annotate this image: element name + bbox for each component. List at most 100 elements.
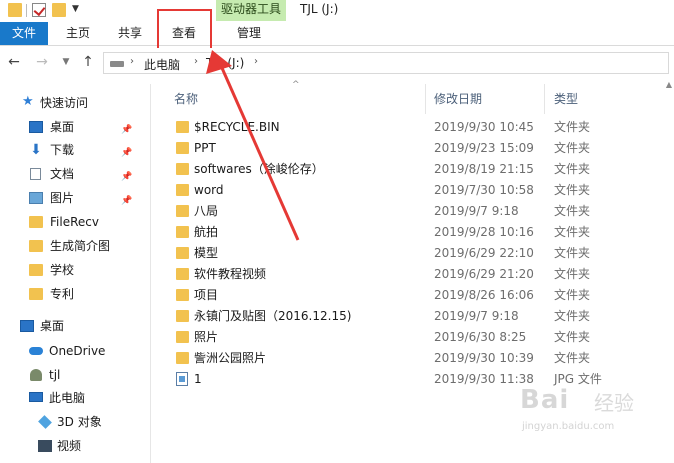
sidebar-item-3d-objects[interactable]: 3D 对象: [0, 411, 150, 433]
tab-manage[interactable]: 管理: [220, 22, 278, 45]
file-name: 照片: [194, 330, 219, 344]
forward-arrow-icon[interactable]: →: [34, 54, 50, 70]
file-row[interactable]: 航拍 2019/9/28 10:16 文件夹: [152, 222, 662, 243]
title-separator: [26, 4, 27, 17]
file-row[interactable]: 訾洲公园照片 2019/9/30 10:39 文件夹: [152, 348, 662, 369]
sidebar-item-desktop-root[interactable]: 桌面: [0, 315, 150, 337]
folder-icon: [29, 288, 43, 300]
tab-file[interactable]: 文件: [0, 22, 48, 45]
sidebar-item-this-pc[interactable]: 此电脑: [0, 387, 150, 409]
back-arrow-icon[interactable]: ←: [6, 54, 22, 70]
folder-icon: [176, 268, 189, 280]
watermark-logo-text: Bai: [520, 385, 570, 415]
sidebar-item-desktop[interactable]: 桌面 📌: [0, 116, 150, 138]
file-type: 文件夹: [554, 183, 591, 197]
breadcrumb-this-pc[interactable]: 此电脑: [144, 56, 180, 73]
sidebar-item-label: 快速访问: [40, 96, 89, 110]
baidu-jingyan-watermark: Bai 经验 jingyan.baidu.com: [520, 385, 670, 445]
navigation-bar: ← → ▼ ↑ › 此电脑 › TJL (J:) ›: [0, 48, 674, 78]
column-header-name[interactable]: 名称: [174, 90, 198, 107]
file-row[interactable]: $RECYCLE.BIN 2019/9/30 10:45 文件夹: [152, 117, 662, 138]
sidebar-item-videos[interactable]: 视频: [0, 435, 150, 457]
folder-icon: [29, 240, 43, 252]
address-bar[interactable]: › 此电脑 › TJL (J:) ›: [103, 52, 669, 74]
file-name: 永镇门及贴图（2016.12.15): [194, 309, 352, 323]
file-date: 2019/7/30 10:58: [434, 183, 534, 197]
sidebar-item-filerecv[interactable]: FileRecv: [0, 211, 150, 233]
ribbon-tabs: 文件 主页 共享 查看 管理: [0, 22, 674, 46]
sidebar-item-intro-images[interactable]: 生成简介图: [0, 235, 150, 257]
file-row[interactable]: 软件教程视频 2019/6/29 21:20 文件夹: [152, 264, 662, 285]
sidebar-item-label: OneDrive: [49, 344, 106, 358]
watermark-url: jingyan.baidu.com: [522, 421, 615, 432]
sidebar-item-onedrive[interactable]: OneDrive: [0, 340, 150, 362]
file-row[interactable]: word 2019/7/30 10:58 文件夹: [152, 180, 662, 201]
scroll-up-icon[interactable]: ▲: [664, 80, 674, 89]
column-header-date[interactable]: 修改日期: [434, 90, 482, 107]
file-row[interactable]: 八局 2019/9/7 9:18 文件夹: [152, 201, 662, 222]
breadcrumb-chevron-icon[interactable]: ›: [130, 56, 134, 67]
file-date: 2019/6/30 8:25: [434, 330, 527, 344]
tab-home[interactable]: 主页: [56, 22, 100, 45]
sidebar-item-user[interactable]: tjl: [0, 364, 150, 386]
window-title: TJL (J:): [300, 2, 339, 16]
file-type: 文件夹: [554, 120, 591, 134]
quick-access-folder-icon[interactable]: [8, 3, 22, 17]
sidebar-item-pictures[interactable]: 图片 📌: [0, 187, 150, 209]
breadcrumb-chevron-icon[interactable]: ›: [194, 56, 198, 67]
file-date: 2019/9/7 9:18: [434, 204, 519, 218]
file-name: $RECYCLE.BIN: [194, 120, 280, 134]
sidebar-item-label: 学校: [50, 263, 75, 277]
sidebar-item-downloads[interactable]: ⬇ 下载 📌: [0, 139, 150, 161]
column-divider[interactable]: [544, 84, 545, 114]
file-row[interactable]: 项目 2019/8/26 16:06 文件夹: [152, 285, 662, 306]
column-divider[interactable]: [425, 84, 426, 114]
sidebar-item-patents[interactable]: 专利: [0, 283, 150, 305]
pin-icon[interactable]: 📌: [121, 190, 132, 212]
sidebar-item-label: 3D 对象: [57, 415, 102, 429]
pin-icon[interactable]: 📌: [121, 142, 132, 164]
folder-icon: [176, 310, 189, 322]
breadcrumb-chevron-icon[interactable]: ›: [254, 56, 258, 67]
sidebar-item-label: 此电脑: [49, 391, 86, 405]
sidebar-item-documents[interactable]: 文档 📌: [0, 163, 150, 185]
file-row[interactable]: 永镇门及贴图（2016.12.15) 2019/9/7 9:18 文件夹: [152, 306, 662, 327]
drive-icon: [110, 61, 124, 67]
properties-check-icon[interactable]: [32, 3, 46, 17]
file-type: 文件夹: [554, 225, 591, 239]
file-date: 2019/9/30 11:38: [434, 372, 534, 386]
up-arrow-icon[interactable]: ↑: [80, 54, 96, 70]
folder-icon: [176, 289, 189, 301]
breadcrumb-drive[interactable]: TJL (J:): [206, 56, 244, 70]
folder-icon: [176, 247, 189, 259]
desktop-icon: [20, 320, 34, 332]
pin-icon[interactable]: 📌: [121, 119, 132, 141]
file-type: 文件夹: [554, 204, 591, 218]
tab-share[interactable]: 共享: [108, 22, 152, 45]
file-type: 文件夹: [554, 267, 591, 281]
file-row[interactable]: PPT 2019/9/23 15:09 文件夹: [152, 138, 662, 159]
column-header-type[interactable]: 类型: [554, 90, 578, 107]
new-folder-icon[interactable]: [52, 3, 66, 17]
file-row[interactable]: 模型 2019/6/29 22:10 文件夹: [152, 243, 662, 264]
file-name: softwares（涂峻伦存）: [194, 162, 324, 176]
file-date: 2019/9/30 10:39: [434, 351, 534, 365]
folder-icon: [176, 226, 189, 238]
file-date: 2019/9/7 9:18: [434, 309, 519, 323]
recent-locations-chevron-icon[interactable]: ▼: [58, 54, 74, 70]
customize-toolbar-chevron-icon[interactable]: ▼: [72, 4, 79, 14]
file-name: 航拍: [194, 225, 219, 239]
folder-icon: [176, 184, 189, 196]
file-type: 文件夹: [554, 330, 591, 344]
sidebar-item-school[interactable]: 学校: [0, 259, 150, 281]
file-name: 软件教程视频: [194, 267, 267, 281]
file-row[interactable]: softwares（涂峻伦存） 2019/8/19 21:15 文件夹: [152, 159, 662, 180]
folder-icon: [176, 163, 189, 175]
file-type: 文件夹: [554, 288, 591, 302]
file-type: 文件夹: [554, 246, 591, 260]
pin-icon[interactable]: 📌: [121, 166, 132, 188]
pictures-icon: [29, 192, 43, 204]
sidebar-item-label: 桌面: [40, 319, 65, 333]
file-row[interactable]: 照片 2019/6/30 8:25 文件夹: [152, 327, 662, 348]
sidebar-item-quick-access[interactable]: ★ 快速访问: [0, 92, 150, 114]
